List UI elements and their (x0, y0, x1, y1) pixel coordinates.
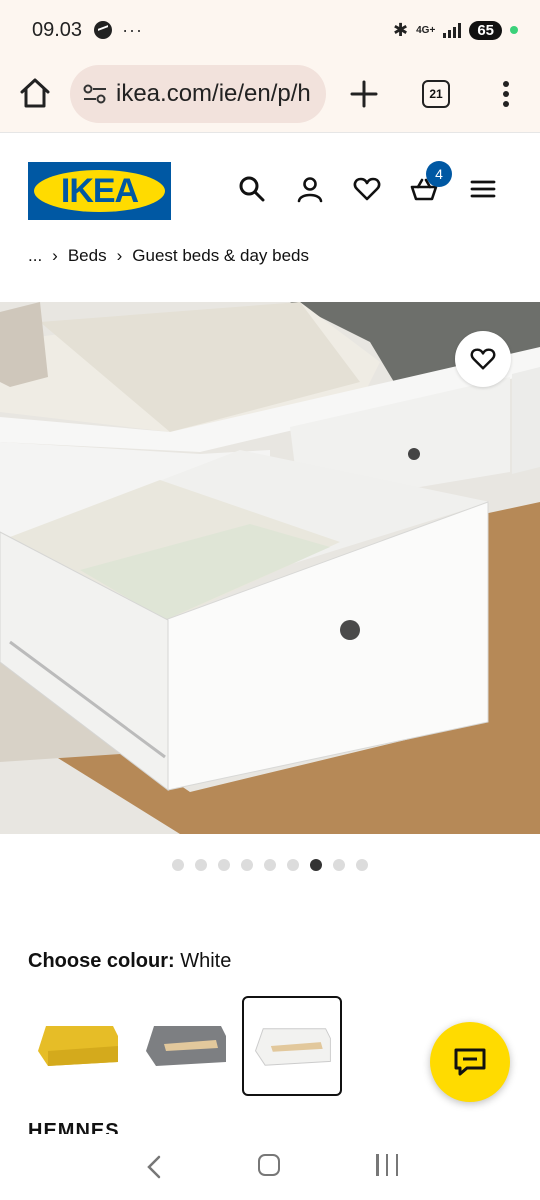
status-bar: 09.03 ··· ✱ 4G+ 65 (0, 0, 540, 60)
chevron-right-icon: › (52, 246, 58, 265)
image-carousel-dots (172, 859, 368, 871)
colour-swatch-yellow[interactable] (28, 996, 128, 1096)
url-text[interactable]: ikea.com/ie/en/p/h (116, 80, 311, 108)
carousel-dot[interactable] (218, 859, 230, 871)
add-to-favourites-button[interactable] (455, 331, 511, 387)
favourites-icon[interactable] (353, 175, 381, 203)
breadcrumb-item-beds[interactable]: Beds (68, 246, 107, 266)
carousel-dot[interactable] (172, 859, 184, 871)
carousel-dot[interactable] (264, 859, 276, 871)
colour-swatch-grey[interactable] (136, 996, 236, 1096)
colour-swatch-white[interactable] (242, 996, 342, 1096)
messenger-icon (94, 21, 113, 39)
system-navigation-bar (0, 1134, 540, 1200)
tab-switcher-button[interactable]: 21 (422, 80, 450, 108)
browser-toolbar: ikea.com/ie/en/p/h 21 (0, 60, 540, 132)
search-icon[interactable] (238, 175, 266, 203)
product-image[interactable] (0, 302, 540, 834)
battery-level: 65 (469, 20, 502, 40)
site-header: IKEA 4 (0, 132, 540, 232)
product-name: HEMNES (28, 1120, 120, 1134)
selected-colour: White (180, 950, 232, 972)
chat-button[interactable] (430, 1022, 510, 1102)
signal-icon (443, 22, 462, 38)
carousel-dot[interactable] (241, 859, 253, 871)
carousel-dot[interactable] (356, 859, 368, 871)
chevron-right-icon: › (116, 246, 123, 265)
status-time: 09.03 (32, 18, 83, 41)
new-tab-icon[interactable] (348, 78, 380, 110)
carousel-dot[interactable] (195, 859, 207, 871)
more-notifications-icon: ··· (122, 19, 144, 40)
site-settings-icon[interactable] (82, 83, 108, 105)
bluetooth-icon: ✱ (393, 19, 409, 40)
network-type: 4G+ (416, 24, 436, 36)
ikea-logo[interactable]: IKEA (28, 162, 171, 220)
breadcrumb-ellipsis[interactable]: ... (28, 246, 42, 266)
carousel-dot[interactable] (287, 859, 299, 871)
carousel-dot[interactable] (310, 859, 322, 871)
url-bar[interactable]: ikea.com/ie/en/p/h (70, 65, 326, 123)
hamburger-menu-icon[interactable] (469, 175, 497, 203)
carousel-dot[interactable] (333, 859, 345, 871)
privacy-indicator-icon (510, 26, 518, 34)
colour-selector-label: Choose colour: White (28, 950, 231, 973)
chat-icon (454, 1048, 486, 1076)
home-icon[interactable] (18, 76, 52, 110)
breadcrumb-item-guest-beds[interactable]: Guest beds & day beds (132, 246, 309, 266)
back-icon[interactable] (146, 1154, 162, 1180)
breadcrumb: ... › Beds › Guest beds & day beds (28, 244, 309, 268)
cart-count-badge: 4 (426, 161, 452, 187)
account-icon[interactable] (296, 175, 324, 203)
home-button[interactable] (258, 1154, 280, 1176)
heart-icon (470, 348, 496, 370)
colour-label: Choose colour: (28, 950, 175, 972)
browser-menu-icon[interactable] (496, 78, 516, 110)
recent-apps-icon[interactable] (376, 1154, 398, 1176)
